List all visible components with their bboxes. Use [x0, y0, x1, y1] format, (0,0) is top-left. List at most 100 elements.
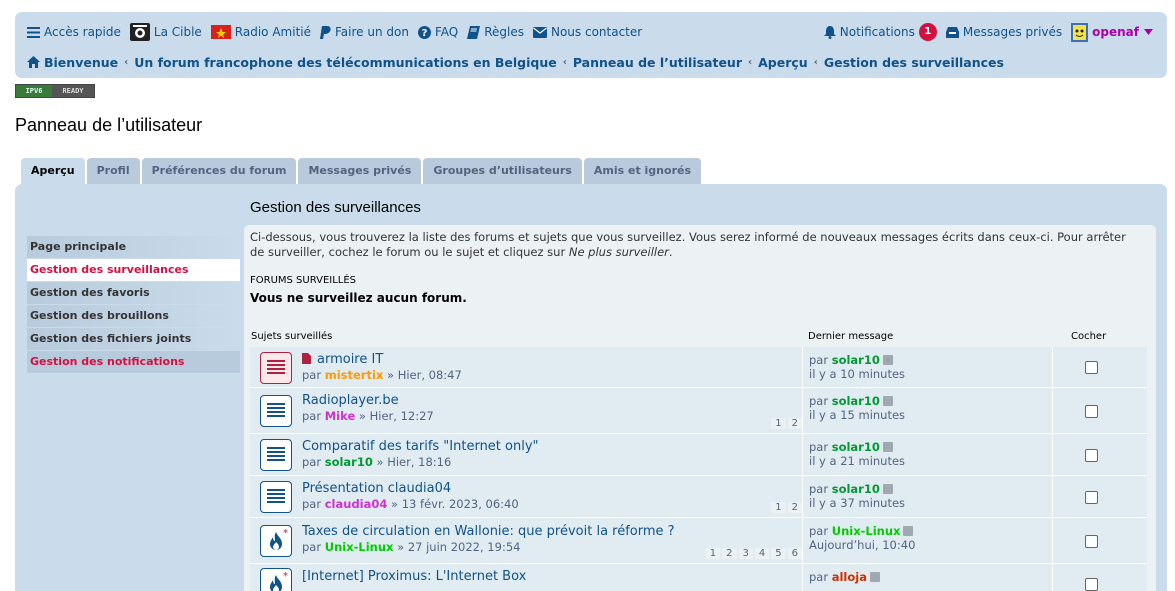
ipv6-ready-badge[interactable]: IPV6 READY [15, 84, 95, 98]
author-link[interactable]: mistertix [325, 368, 384, 382]
notifications-button[interactable]: Notifications 1 [823, 23, 937, 41]
page-link[interactable]: 2 [787, 418, 802, 429]
topic-checkbox[interactable] [1085, 534, 1098, 548]
tab-profile[interactable]: Profil [86, 158, 140, 184]
goto-last-post-icon[interactable] [882, 396, 893, 406]
last-post-prefix: par [809, 394, 829, 408]
page-link[interactable]: 2 [722, 548, 737, 559]
topic-icon [260, 439, 292, 471]
private-messages-link[interactable]: Messages privés [945, 25, 1062, 39]
topic-title-link[interactable]: Radioplayer.be [302, 393, 399, 408]
page-link[interactable]: 2 [787, 502, 802, 513]
last-post-author-link[interactable]: alloja [832, 570, 867, 584]
chevron-left-icon: ‹ [562, 56, 567, 68]
goto-last-post-icon[interactable] [903, 526, 914, 536]
page-link[interactable]: 1 [771, 502, 786, 513]
topic-byline: par Mike » Hier, 12:27 [302, 409, 434, 423]
svg-text:*: * [283, 572, 288, 582]
author-link[interactable]: solar10 [325, 455, 373, 469]
tab-friends-foes[interactable]: Amis et ignorés [583, 158, 701, 184]
page-link[interactable]: 1 [771, 418, 786, 429]
contact-link[interactable]: Nous contacter [532, 25, 642, 39]
no-forums-message: Vous ne surveillez aucun forum. [250, 291, 467, 305]
last-post-cell: par solar10 il y a 10 minutes [802, 347, 1050, 387]
last-post-time: il y a 15 minutes [809, 408, 906, 422]
topics-header: Sujets surveillés Dernier message Cocher [250, 331, 1147, 345]
last-post-time: il y a 37 minutes [809, 496, 906, 510]
last-post-byline: par solar10 [809, 394, 893, 408]
svg-text:*: * [283, 529, 288, 539]
mark-col-header: Cocher [1071, 331, 1107, 342]
page-link[interactable]: 3 [738, 548, 753, 559]
breadcrumb: Bienvenue ‹ Un forum francophone des tél… [27, 52, 1157, 72]
tab-private-messages[interactable]: Messages privés [298, 158, 422, 184]
breadcrumb-current[interactable]: Gestion des surveillances [824, 55, 1004, 70]
sidebar-item-bookmarks[interactable]: Gestion des favoris [27, 282, 240, 304]
topic-title-link[interactable]: [Internet] Proximus: L'Internet Box [302, 569, 526, 584]
page-link[interactable]: 4 [754, 548, 770, 559]
rules-link[interactable]: Règles [467, 25, 524, 39]
la-cible-link[interactable]: La Cible [129, 23, 202, 41]
topic-date: » 27 juin 2022, 19:54 [397, 540, 521, 554]
topic-title-link[interactable]: armoire IT [302, 352, 383, 367]
author-link[interactable]: Unix-Linux [325, 540, 394, 554]
author-link[interactable]: Mike [325, 409, 356, 423]
goto-last-post-icon[interactable] [882, 355, 893, 365]
last-post-cell: par Unix-Linux Aujourd’hui, 10:40 [802, 518, 1050, 563]
radio-amitie-link[interactable]: Radio Amitié [210, 25, 311, 39]
pagination: 123456 [704, 548, 802, 559]
quick-access-menu[interactable]: Accès rapide [27, 25, 121, 39]
tab-forum-preferences[interactable]: Préférences du forum [141, 158, 297, 184]
author-link[interactable]: claudia04 [325, 497, 388, 511]
description-emphasis: Ne plus surveiller [568, 245, 669, 259]
last-post-author-link[interactable]: solar10 [832, 482, 880, 496]
topic-title-link[interactable]: Taxes de circulation en Wallonie: que pr… [302, 524, 675, 539]
breadcrumb-forum[interactable]: Un forum francophone des télécommunicati… [134, 55, 557, 70]
sidebar-item-notifications[interactable]: Gestion des notifications [27, 351, 240, 373]
page-link[interactable]: 5 [771, 548, 786, 559]
topic-title-link[interactable]: Comparatif des tarifs "Internet only" [302, 439, 539, 454]
tab-user-groups[interactable]: Groupes d’utilisateurs [423, 158, 582, 184]
last-post-author-link[interactable]: solar10 [832, 440, 880, 454]
donate-link[interactable]: Faire un don [320, 25, 409, 39]
topic-date: » Hier, 18:16 [376, 455, 452, 469]
topic-title-link[interactable]: Présentation claudia04 [302, 481, 451, 496]
last-post-author-link[interactable]: solar10 [832, 353, 880, 367]
last-post-prefix: par [809, 482, 829, 496]
ipv6-badge-left: IPV6 [16, 85, 52, 97]
last-post-prefix: par [809, 524, 829, 538]
goto-last-post-icon[interactable] [882, 484, 893, 494]
topic-checkbox[interactable] [1085, 404, 1098, 418]
faq-link[interactable]: ? FAQ [417, 25, 458, 39]
topic-title-text: Radioplayer.be [302, 393, 399, 408]
topic-row: Présentation claudia04 par claudia04 » 13… [250, 476, 1147, 518]
breadcrumb-home[interactable]: Bienvenue [44, 55, 118, 70]
sidebar-item-attachments[interactable]: Gestion des fichiers joints [27, 328, 240, 350]
last-post-time: il y a 10 minutes [809, 367, 906, 381]
goto-last-post-icon[interactable] [882, 442, 893, 452]
last-post-author-link[interactable]: Unix-Linux [832, 524, 901, 538]
notifications-count-badge: 1 [918, 23, 937, 41]
topic-checkbox[interactable] [1085, 577, 1098, 591]
topic-checkbox[interactable] [1085, 448, 1098, 462]
chevron-left-icon: ‹ [748, 56, 753, 68]
last-post-author-link[interactable]: solar10 [832, 394, 880, 408]
goto-last-post-icon[interactable] [869, 572, 880, 582]
topic-checkbox[interactable] [1085, 490, 1098, 504]
user-menu[interactable]: openaf [1071, 22, 1157, 42]
page-link[interactable]: 1 [705, 548, 721, 559]
la-cible-label: La Cible [153, 25, 202, 39]
breadcrumb-ucp[interactable]: Panneau de l’utilisateur [573, 55, 742, 70]
byline-prefix: par [302, 409, 325, 423]
page-link[interactable]: 6 [787, 548, 802, 559]
tab-overview[interactable]: Aperçu [21, 158, 85, 186]
topics-col-header: Sujets surveillés [251, 331, 333, 342]
sidebar-item-subscriptions[interactable]: Gestion des surveillances [27, 259, 240, 281]
sidebar-item-front-page[interactable]: Page principale [27, 236, 240, 258]
breadcrumb-overview[interactable]: Aperçu [758, 55, 808, 70]
topic-row: Radioplayer.be par Mike » Hier, 12:27 1 2 pa… [250, 388, 1147, 434]
topic-checkbox[interactable] [1085, 361, 1098, 374]
sidebar-item-drafts[interactable]: Gestion des brouillons [27, 305, 240, 327]
donate-label: Faire un don [335, 25, 409, 39]
topic-title-text: Taxes de circulation en Wallonie: que pr… [302, 524, 675, 539]
